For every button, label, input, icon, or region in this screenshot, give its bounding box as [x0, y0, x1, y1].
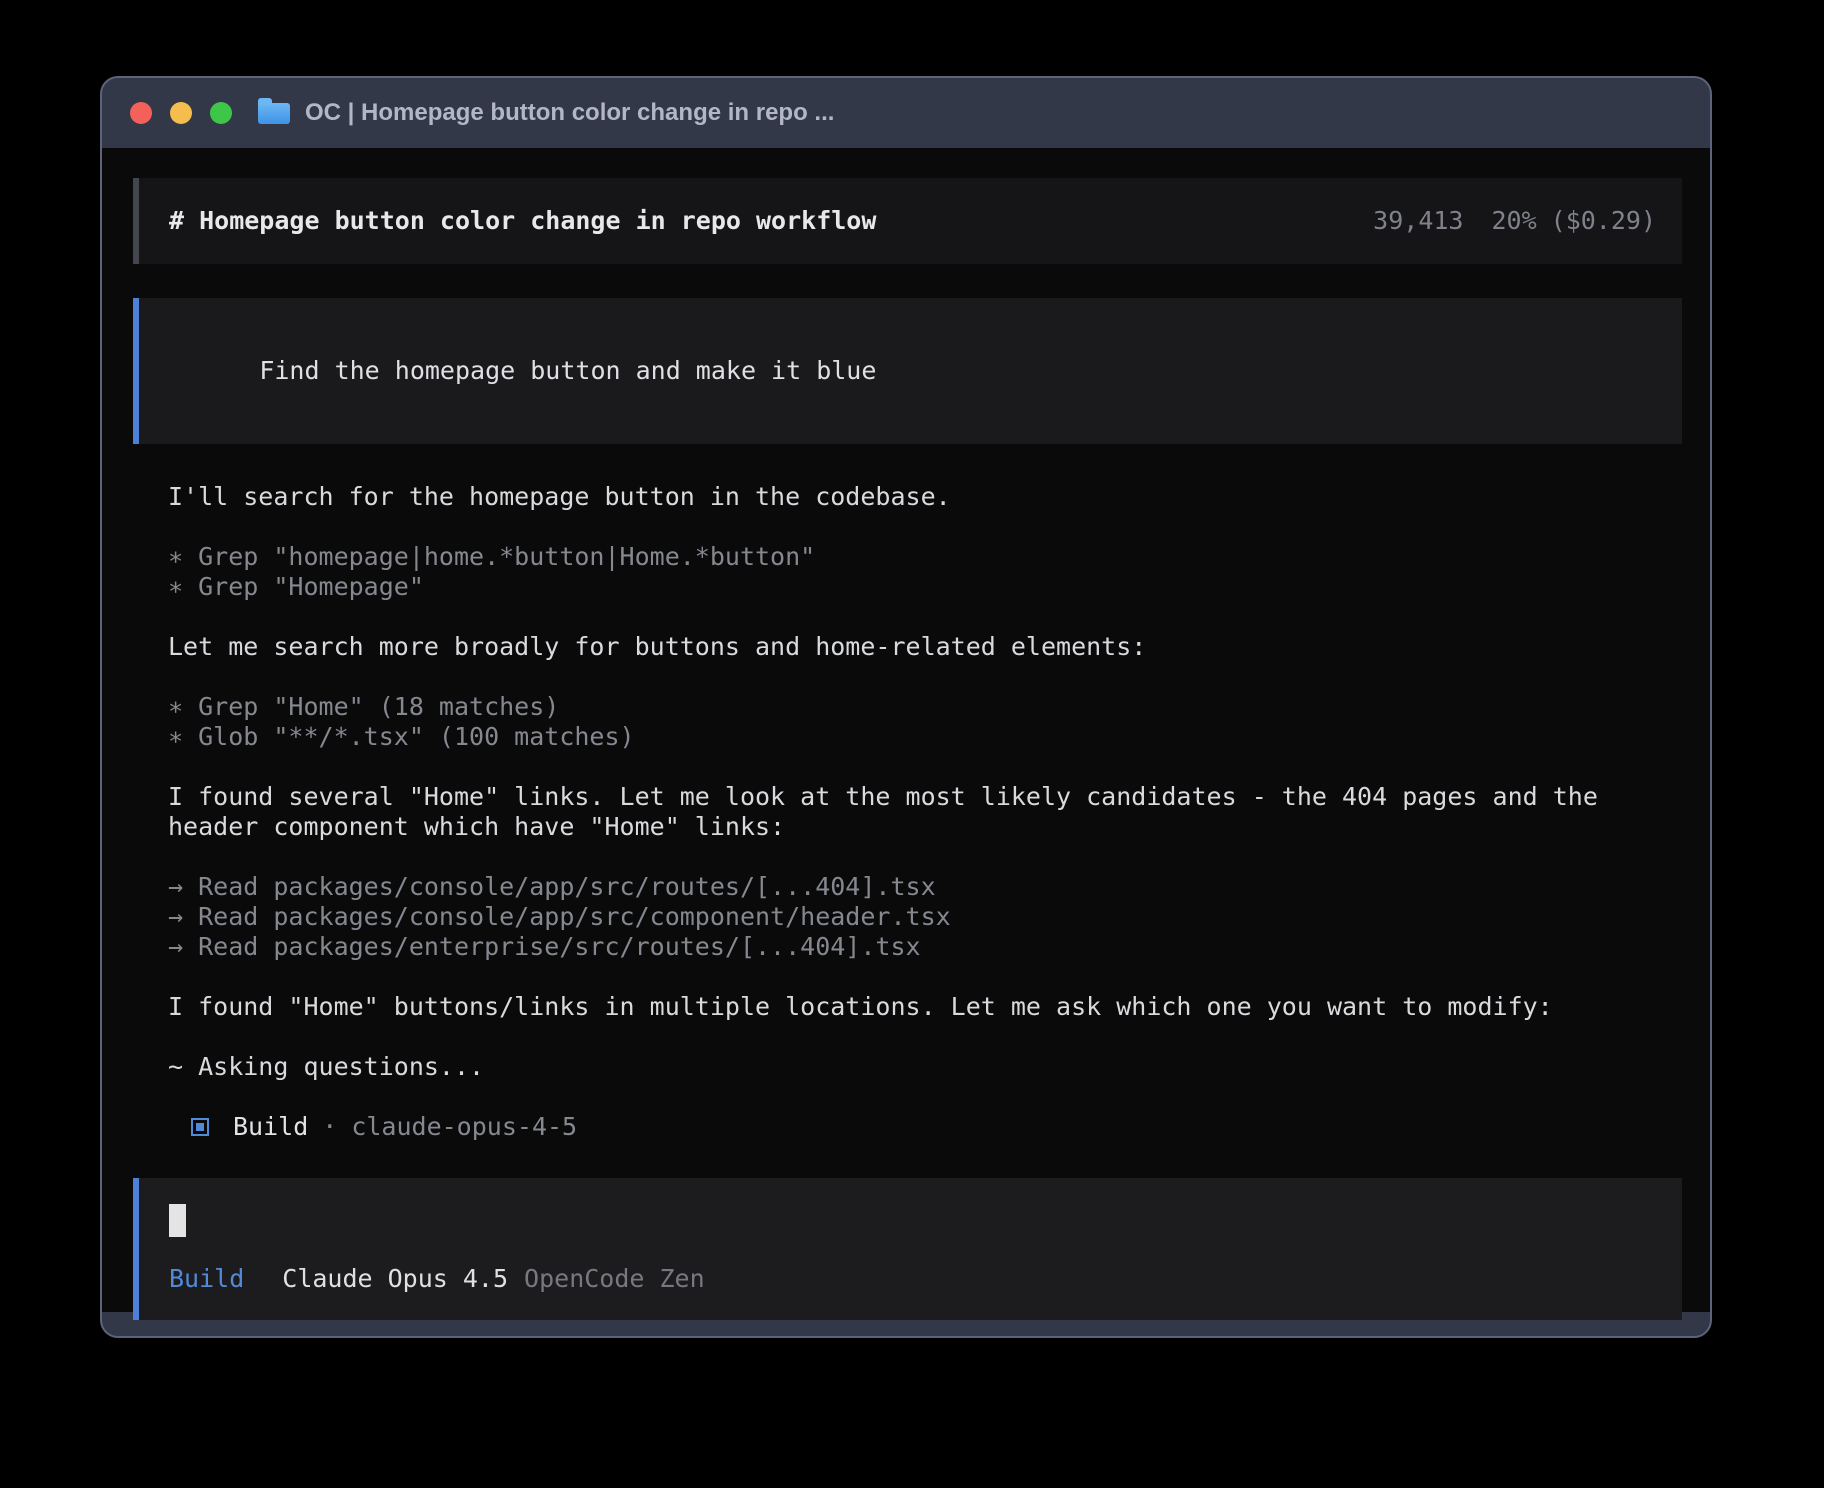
- traffic-lights: [130, 102, 232, 124]
- transcript-spacer: [133, 962, 1682, 992]
- transcript-line: ~ Asking questions...: [133, 1052, 1682, 1082]
- hint-label: agents: [1311, 1334, 1416, 1338]
- transcript-spacer: [133, 1082, 1682, 1112]
- agent-mode-label[interactable]: Build: [169, 1264, 244, 1294]
- build-agent-icon: [191, 1118, 209, 1136]
- context-percent: 20%: [1491, 206, 1536, 236]
- user-message: Find the homepage button and make it blu…: [133, 298, 1682, 444]
- hint-label: variants: [1094, 1334, 1229, 1338]
- transcript-line: → Read packages/enterprise/src/routes/[.…: [133, 932, 1682, 962]
- transcript-line: I found several "Home" links. Let me loo…: [133, 782, 1682, 812]
- session-header: # Homepage button color change in repo w…: [133, 178, 1682, 264]
- transcript-line: header component which have "Home" links…: [133, 812, 1682, 842]
- terminal-content: # Homepage button color change in repo w…: [102, 148, 1710, 1312]
- transcript-line: ∗ Glob "**/*.tsx" (100 matches): [133, 722, 1682, 752]
- session-cost: ($0.29): [1551, 206, 1656, 236]
- keyboard-hints: ctrl+t variants tab agents ctrl+p commands: [1004, 1334, 1678, 1338]
- agent-status-row: Build · claude-opus-4-5: [133, 1112, 1682, 1142]
- user-message-text: Find the homepage button and make it blu…: [259, 356, 876, 385]
- transcript-spacer: [133, 752, 1682, 782]
- model-label[interactable]: Claude Opus 4.5: [282, 1264, 508, 1294]
- provider-label: OpenCode Zen: [524, 1264, 705, 1294]
- transcript-line: → Read packages/console/app/src/routes/[…: [133, 872, 1682, 902]
- hint-key-esc: esc: [449, 1334, 494, 1338]
- transcript-line: I found "Home" buttons/links in multiple…: [133, 992, 1682, 1022]
- transcript-spacer: [133, 512, 1682, 542]
- hint-label: commands: [1543, 1334, 1678, 1338]
- session-stats: 39,413 20% ($0.29): [1373, 206, 1656, 236]
- minimize-button[interactable]: [170, 102, 192, 124]
- transcript-line: I'll search for the homepage button in t…: [133, 482, 1682, 512]
- hint-key: ctrl+t: [1004, 1334, 1094, 1338]
- agent-model: claude-opus-4-5: [351, 1112, 577, 1142]
- transcript-spacer: [133, 1022, 1682, 1052]
- hint-commands: ctrl+p commands: [1452, 1334, 1678, 1338]
- zoom-button[interactable]: [210, 102, 232, 124]
- close-button[interactable]: [130, 102, 152, 124]
- agent-name: Build: [233, 1112, 308, 1142]
- hint-key: tab: [1266, 1334, 1311, 1338]
- transcript: I'll search for the homepage button in t…: [133, 482, 1682, 1112]
- prompt-input[interactable]: Build Claude Opus 4.5 OpenCode Zen: [133, 1178, 1682, 1320]
- transcript-line: ∗ Grep "Homepage": [133, 572, 1682, 602]
- terminal-window: OC | Homepage button color change in rep…: [100, 76, 1712, 1338]
- window-titlebar[interactable]: OC | Homepage button color change in rep…: [102, 78, 1710, 148]
- transcript-line: ∗ Grep "homepage|home.*button|Home.*butt…: [133, 542, 1682, 572]
- status-bar: esc interrupt ctrl+t variantstab agentsc…: [133, 1334, 1682, 1338]
- transcript-line: ∗ Grep "Home" (18 matches): [133, 692, 1682, 722]
- transcript-line: → Read packages/console/app/src/componen…: [133, 902, 1682, 932]
- transcript-spacer: [133, 662, 1682, 692]
- transcript-spacer: [133, 602, 1682, 632]
- hint-label-interrupt: [495, 1334, 510, 1338]
- hint-interrupt: esc interrupt: [329, 1304, 645, 1338]
- transcript-spacer: [133, 842, 1682, 872]
- transcript-line: Let me search more broadly for buttons a…: [133, 632, 1682, 662]
- window-title: OC | Homepage button color change in rep…: [305, 99, 834, 127]
- token-count: 39,413: [1373, 206, 1463, 236]
- folder-icon: [258, 103, 290, 124]
- agent-separator: ·: [322, 1112, 337, 1142]
- hint-key: ctrl+p: [1452, 1334, 1542, 1338]
- text-cursor: [169, 1204, 186, 1237]
- hint-variants: ctrl+t variants: [1004, 1334, 1230, 1338]
- session-title: # Homepage button color change in repo w…: [169, 206, 876, 236]
- hint-agents: tab agents: [1266, 1334, 1417, 1338]
- input-meta: Build Claude Opus 4.5 OpenCode Zen: [169, 1264, 1652, 1294]
